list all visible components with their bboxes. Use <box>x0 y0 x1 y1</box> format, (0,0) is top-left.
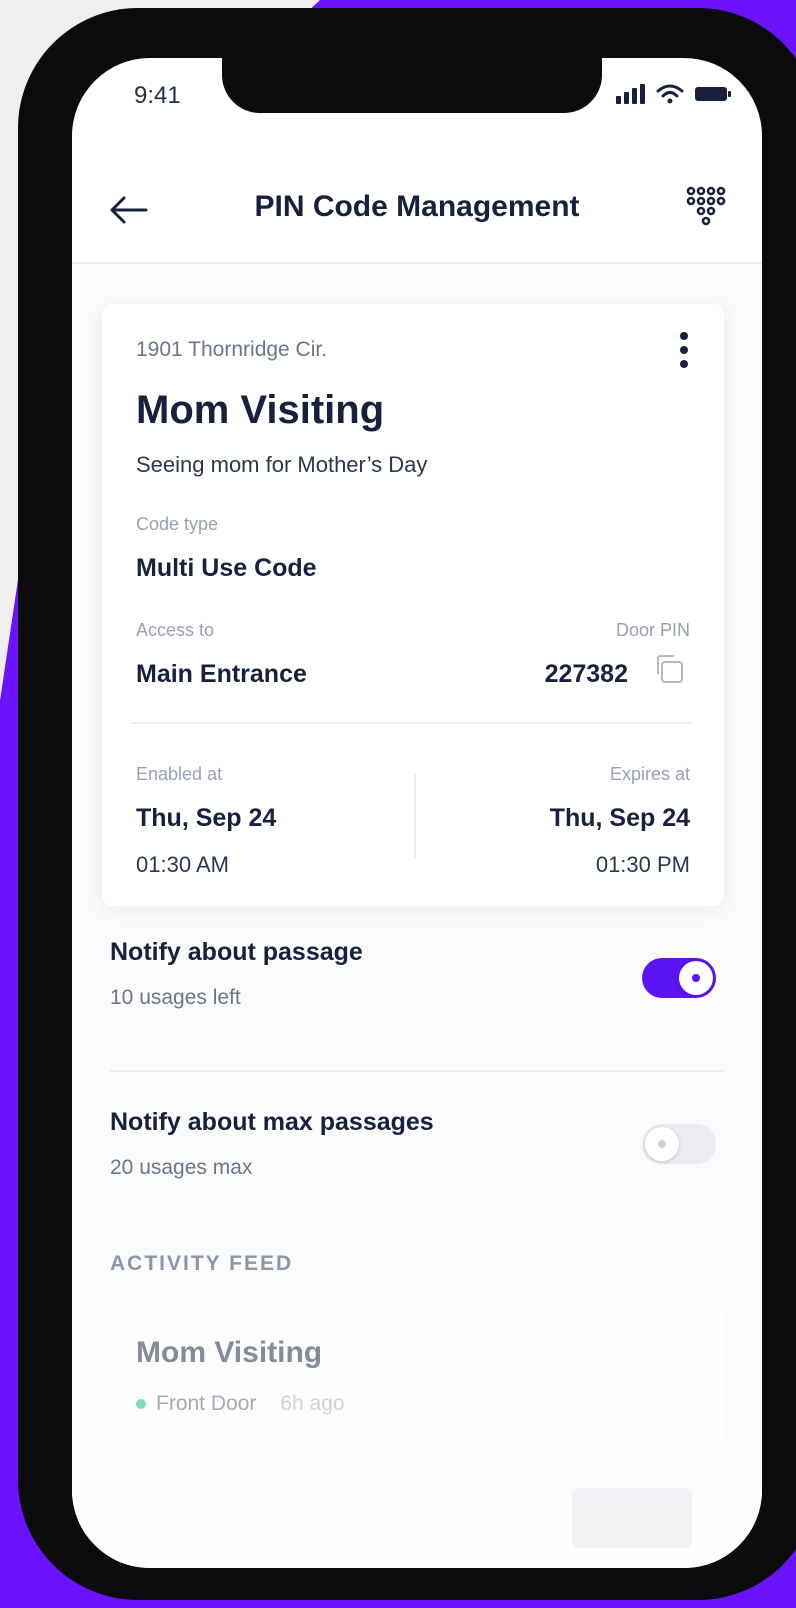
expires-date: Thu, Sep 24 <box>549 804 690 832</box>
app-header: PIN Code Management <box>72 168 762 264</box>
setting-subtitle: 20 usages max <box>110 1156 253 1179</box>
wifi-icon <box>656 84 684 104</box>
page-title: PIN Code Management <box>254 190 580 223</box>
signal-icon <box>616 84 645 104</box>
activity-item-location: Front Door <box>156 1392 257 1415</box>
toggle-knob <box>679 961 713 995</box>
setting-title: Notify about max passages <box>110 1108 434 1136</box>
more-options-icon[interactable] <box>680 332 690 374</box>
toggle-knob <box>645 1127 679 1161</box>
access-label: Access to <box>136 620 215 640</box>
setting-title: Notify about passage <box>110 938 363 966</box>
expires-label: Expires at <box>609 764 690 784</box>
date-vertical-divider <box>414 774 416 858</box>
activity-feed-heading: ACTIVITY FEED <box>110 1252 294 1275</box>
enabled-time: 01:30 AM <box>136 852 229 877</box>
property-address: 1901 Thornridge Cir. <box>136 338 328 361</box>
notify-passage-toggle[interactable] <box>642 958 716 998</box>
expires-time: 01:30 PM <box>595 852 690 877</box>
code-type-value: Multi Use Code <box>136 554 317 582</box>
activity-item-time: 6h ago <box>280 1392 345 1415</box>
activity-item-title: Mom Visiting <box>136 1336 323 1369</box>
copy-icon[interactable] <box>652 652 686 686</box>
enabled-label: Enabled at <box>136 764 223 784</box>
settings-divider <box>110 1070 724 1072</box>
door-pin-value: 227382 <box>544 660 628 688</box>
activity-item-meta: Front Door 6h ago <box>136 1392 345 1416</box>
status-dot-icon <box>136 1399 146 1409</box>
enabled-date: Thu, Sep 24 <box>136 804 277 832</box>
phone-screen: 9:41 PIN Code Management 1901 Thornridge… <box>72 58 762 1568</box>
door-pin-label: Door PIN <box>615 620 690 640</box>
card-divider <box>130 722 692 724</box>
activity-item[interactable]: Mom Visiting Front Door 6h ago <box>102 1306 724 1446</box>
code-name: Mom Visiting <box>136 388 385 432</box>
access-value: Main Entrance <box>136 660 307 688</box>
phone-notch <box>222 58 602 113</box>
code-type-label: Code type <box>136 514 219 534</box>
ghost-placeholder <box>572 1488 692 1548</box>
notify-max-passages-toggle[interactable] <box>642 1124 716 1164</box>
battery-icon <box>695 87 731 101</box>
dialpad-icon[interactable] <box>686 186 726 230</box>
pin-code-card: 1901 Thornridge Cir. Mom Visiting Seeing… <box>102 304 724 906</box>
code-description: Seeing mom for Mother’s Day <box>136 452 428 477</box>
setting-subtitle: 10 usages left <box>110 986 241 1009</box>
status-time: 9:41 <box>134 82 181 109</box>
status-icons <box>616 84 732 104</box>
